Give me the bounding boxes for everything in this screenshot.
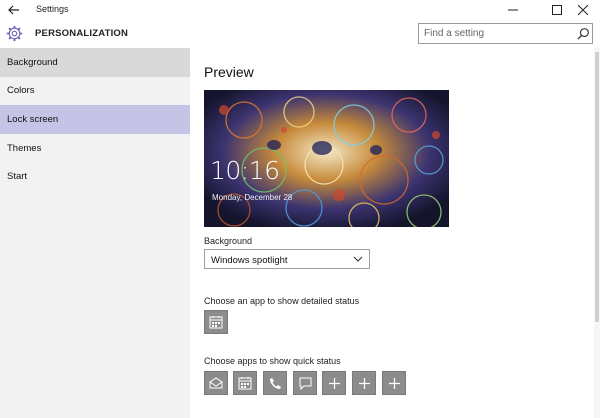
mail-icon	[209, 377, 223, 389]
add-quick-status-app-button[interactable]	[322, 371, 346, 395]
header: PERSONALIZATION	[0, 19, 600, 48]
sidebar-item-label: Start	[7, 171, 28, 182]
detailed-status-label: Choose an app to show detailed status	[204, 296, 360, 306]
lock-date: Monday, December 28	[212, 193, 293, 202]
lock-time: 10:16	[210, 156, 280, 185]
background-dropdown-value: Windows spotlight	[211, 255, 288, 266]
add-quick-status-app-button[interactable]	[382, 371, 406, 395]
plus-icon	[328, 377, 340, 389]
phone-icon	[269, 377, 281, 389]
sidebar-item-label: Colors	[7, 85, 35, 96]
calendar-icon	[238, 377, 252, 390]
back-arrow-icon	[8, 5, 19, 14]
gear-icon	[6, 25, 23, 42]
quick-status-label: Choose apps to show quick status	[204, 356, 341, 366]
search-icon[interactable]	[577, 27, 590, 40]
background-dropdown[interactable]: Windows spotlight	[204, 249, 370, 269]
add-quick-status-app-button[interactable]	[352, 371, 376, 395]
quick-status-app-button[interactable]	[263, 371, 287, 395]
background-label: Background	[204, 236, 253, 246]
preview-title: Preview	[204, 64, 254, 80]
section-title: PERSONALIZATION	[35, 28, 129, 39]
sidebar: Background Colors Lock screen Themes Sta…	[0, 48, 190, 418]
title-bar: Settings	[0, 0, 600, 19]
calendar-icon	[209, 316, 223, 329]
sidebar-item-themes[interactable]: Themes	[0, 134, 190, 163]
close-button[interactable]	[566, 0, 600, 19]
minimize-button[interactable]	[496, 0, 530, 19]
minimize-icon	[508, 9, 518, 10]
back-button[interactable]	[4, 1, 24, 18]
search-input[interactable]	[424, 28, 574, 39]
lock-screen-preview: 10:16 Monday, December 28	[204, 90, 449, 227]
detailed-status-app-button[interactable]	[204, 310, 228, 334]
sidebar-item-label: Background	[7, 57, 58, 68]
sidebar-item-colors[interactable]: Colors	[0, 76, 190, 105]
plus-icon	[388, 377, 400, 389]
window-title: Settings	[36, 4, 69, 14]
sidebar-item-label: Lock screen	[7, 114, 59, 125]
scrollbar[interactable]	[594, 48, 600, 418]
chevron-down-icon	[353, 256, 363, 262]
scrollbar-thumb[interactable]	[595, 52, 599, 322]
sidebar-item-background[interactable]: Background	[0, 48, 190, 77]
quick-status-app-button[interactable]	[233, 371, 257, 395]
plus-icon	[358, 377, 370, 389]
sidebar-item-lock-screen[interactable]: Lock screen	[0, 105, 190, 134]
close-icon	[578, 4, 588, 15]
message-icon	[299, 377, 311, 390]
main-panel: Preview 10:16 Monday, December 28 Backgr…	[190, 48, 600, 418]
search-box[interactable]	[418, 23, 593, 44]
quick-status-app-button[interactable]	[204, 371, 228, 395]
quick-status-app-button[interactable]	[293, 371, 317, 395]
maximize-icon	[552, 4, 562, 15]
sidebar-item-label: Themes	[7, 143, 42, 154]
sidebar-item-start[interactable]: Start	[0, 162, 190, 191]
